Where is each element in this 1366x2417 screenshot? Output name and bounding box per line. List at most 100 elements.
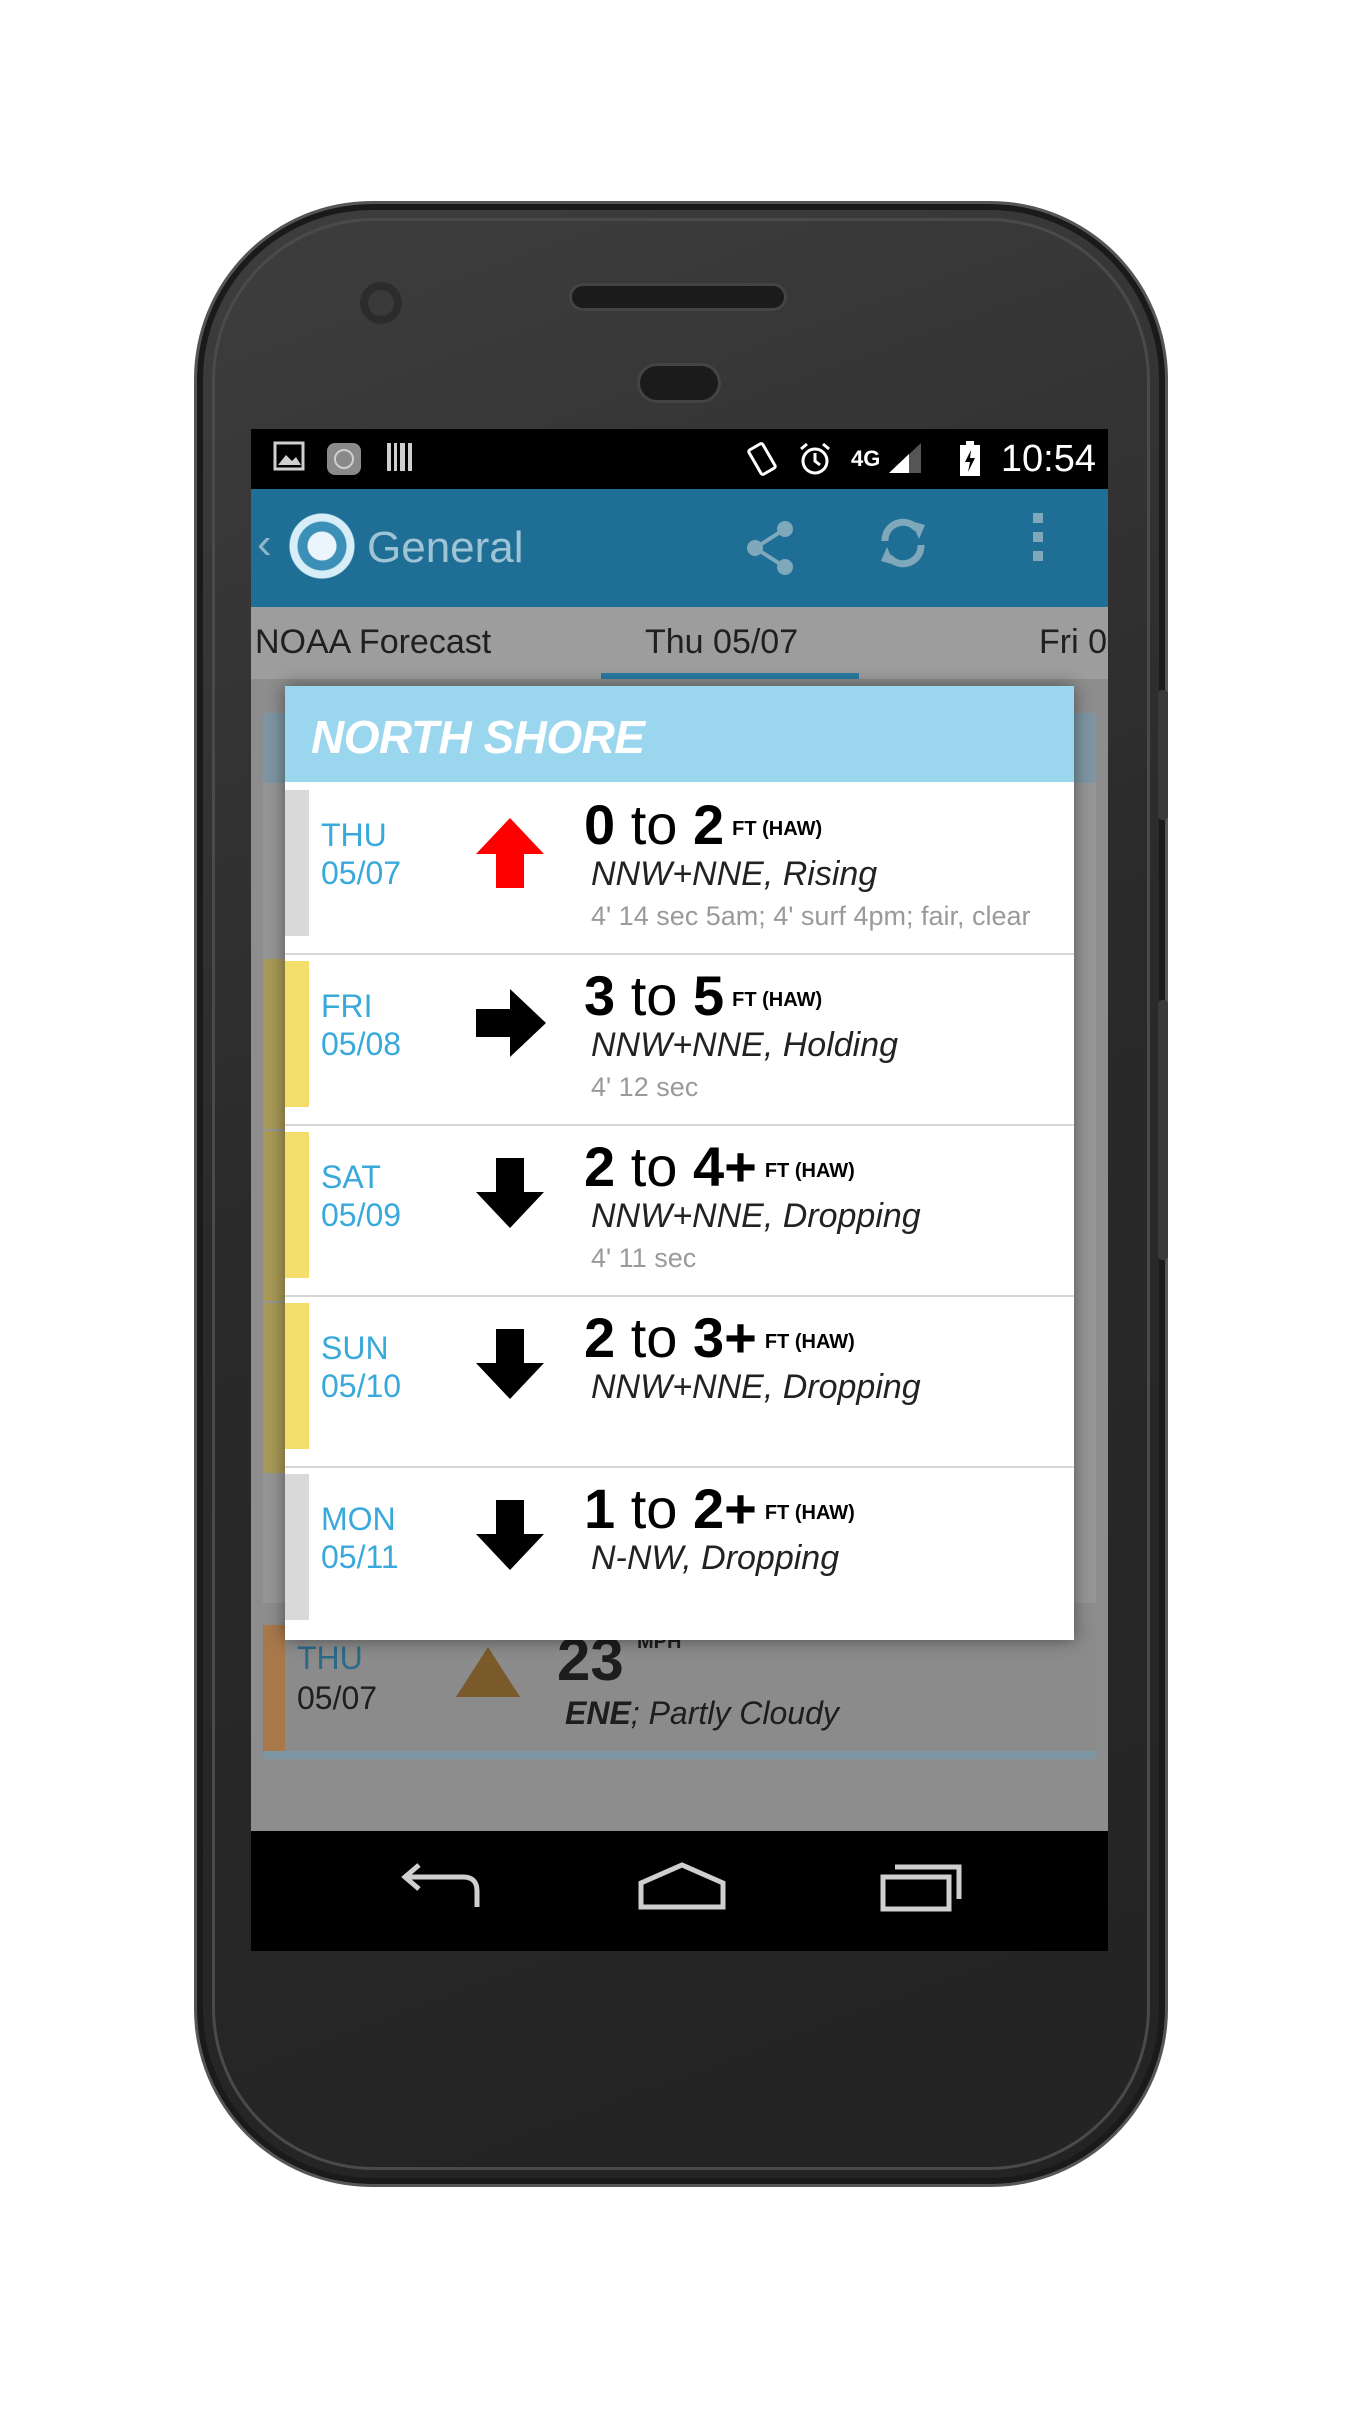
proximity-sensor [640,366,718,400]
forecast-date: 05/11 [321,1539,399,1575]
condition-strip [285,1474,309,1620]
tab-bar: NOAA Forecast Thu 05/07 Fri 0 [251,607,1108,679]
tab-fri[interactable]: Fri 0 [1039,623,1107,662]
forecast-row[interactable]: SAT 05/09 2 to 4+ FT (HAW) NNW+NNE, Dropping… [285,1124,1074,1297]
wave-height-to: to [630,793,678,856]
wave-height-low: 0 [584,793,616,856]
dialog-header: NORTH SHORE [285,686,1074,782]
recents-nav-icon[interactable] [879,1861,963,1924]
wave-height-high: 2+ [692,1477,757,1540]
network-type-label: 4G [851,446,881,471]
wind-description: ENE; Partly Cloudy [565,1695,839,1732]
wave-height-range: 3 to 5 FT (HAW) [584,963,822,1029]
image-icon [273,441,305,477]
battery-icon [959,441,981,477]
back-icon[interactable]: ‹ [257,519,272,569]
wave-height-unit: FT (HAW) [764,1160,855,1182]
share-icon[interactable] [741,519,799,589]
navigation-bar [251,1831,1108,1951]
tab-thu[interactable]: Thu 05/07 [645,623,798,662]
forecast-day: SUN [321,1330,389,1366]
swell-detail: 4' 11 sec [591,1243,697,1273]
app-logo[interactable] [289,513,355,579]
overflow-menu-icon[interactable] [1031,507,1045,584]
wave-height-unit: FT (HAW) [764,1502,855,1524]
wave-height-low: 1 [584,1477,616,1540]
page-title: General [367,523,524,572]
action-bar: ‹ General [251,489,1108,607]
wind-conditions: ; Partly Cloudy [630,1695,839,1731]
trend-down-arrow-icon [476,1500,544,1570]
wave-height-unit: FT (HAW) [764,1331,855,1353]
tab-noaa-forecast[interactable]: NOAA Forecast [255,623,491,662]
wave-height-range: 2 to 3+ FT (HAW) [584,1305,855,1371]
wave-height-unit: FT (HAW) [732,989,823,1011]
signal-icon [887,441,923,477]
wave-height-unit: FT (HAW) [732,818,823,840]
forecast-row[interactable]: SUN 05/10 2 to 3+ FT (HAW) NNW+NNE, Dropping [285,1295,1074,1468]
vibrate-icon [745,441,779,477]
wave-height-low: 2 [584,1135,616,1198]
clock: 10:54 [1000,438,1096,480]
swell-direction: NNW+NNE, Rising [591,855,878,893]
alarm-icon [797,441,833,477]
trend-down-arrow-icon [476,1158,544,1228]
swell-direction: NNW+NNE, Holding [591,1026,899,1064]
wave-height-low: 2 [584,1306,616,1369]
forecast-day: MON [321,1501,396,1537]
forecast-row[interactable]: THU 05/07 0 to 2 FT (HAW) NNW+NNE, Rising 4' … [285,782,1074,955]
forecast-dialog: NORTH SHORE THU 05/07 0 to 2 FT (HAW) NNW+NN… [285,686,1074,1640]
wind-direction: ENE [565,1695,631,1731]
wave-height-high: 2 [692,793,725,856]
background-strip [263,959,285,1129]
power-button [1158,690,1168,820]
wave-height-to: to [630,1306,678,1369]
wave-height-range: 2 to 4+ FT (HAW) [584,1134,855,1200]
back-nav-icon[interactable] [399,1861,483,1924]
condition-strip [285,961,309,1107]
forecast-date: 05/07 [321,855,402,891]
earpiece-speaker [572,286,784,308]
barcode-icon [385,441,415,477]
background-strip [263,1303,285,1473]
front-camera [360,282,402,324]
swell-detail: 4' 14 sec 5am; 4' surf 4pm; fair, clear [591,901,1031,931]
background-strip [263,1131,285,1301]
forecast-date: 05/08 [321,1026,402,1062]
wave-height-to: to [630,1135,678,1198]
wave-height-low: 3 [584,964,616,1027]
trend-right-arrow-icon [476,989,546,1057]
trend-down-arrow-icon [476,1329,544,1399]
refresh-icon[interactable] [871,511,935,590]
wind-direction-icon [456,1647,520,1697]
wave-height-high: 4+ [692,1135,757,1198]
wave-height-to: to [630,1477,678,1540]
trend-up-arrow-icon [476,818,544,888]
swell-direction: NNW+NNE, Dropping [591,1368,921,1406]
wind-date: 05/07 [297,1680,378,1716]
swell-detail: 4' 12 sec [591,1072,699,1102]
forecast-day: THU [321,817,387,853]
wave-height-high: 3+ [692,1306,757,1369]
app-icon [325,441,363,477]
condition-strip [285,1132,309,1278]
forecast-date: 05/10 [321,1368,402,1404]
wind-day: THU [297,1640,363,1676]
forecast-row[interactable]: FRI 05/08 3 to 5 FT (HAW) NNW+NNE, Holding 4'… [285,953,1074,1126]
wave-height-range: 1 to 2+ FT (HAW) [584,1476,855,1542]
home-nav-icon[interactable] [637,1861,727,1924]
forecast-day: FRI [321,988,373,1024]
condition-strip [285,790,309,936]
forecast-day: SAT [321,1159,381,1195]
dialog-title: NORTH SHORE [311,711,645,763]
wave-height-high: 5 [692,964,725,1027]
condition-strip [285,1303,309,1449]
wave-height-to: to [630,964,678,1027]
forecast-row[interactable]: MON 05/11 1 to 2+ FT (HAW) N-NW, Dropping [285,1466,1074,1637]
wind-strip [263,1625,285,1751]
swell-direction: NNW+NNE, Dropping [591,1197,921,1235]
volume-button [1158,1000,1168,1260]
swell-direction: N-NW, Dropping [591,1539,840,1577]
forecast-date: 05/09 [321,1197,402,1233]
wave-height-range: 0 to 2 FT (HAW) [584,792,822,858]
